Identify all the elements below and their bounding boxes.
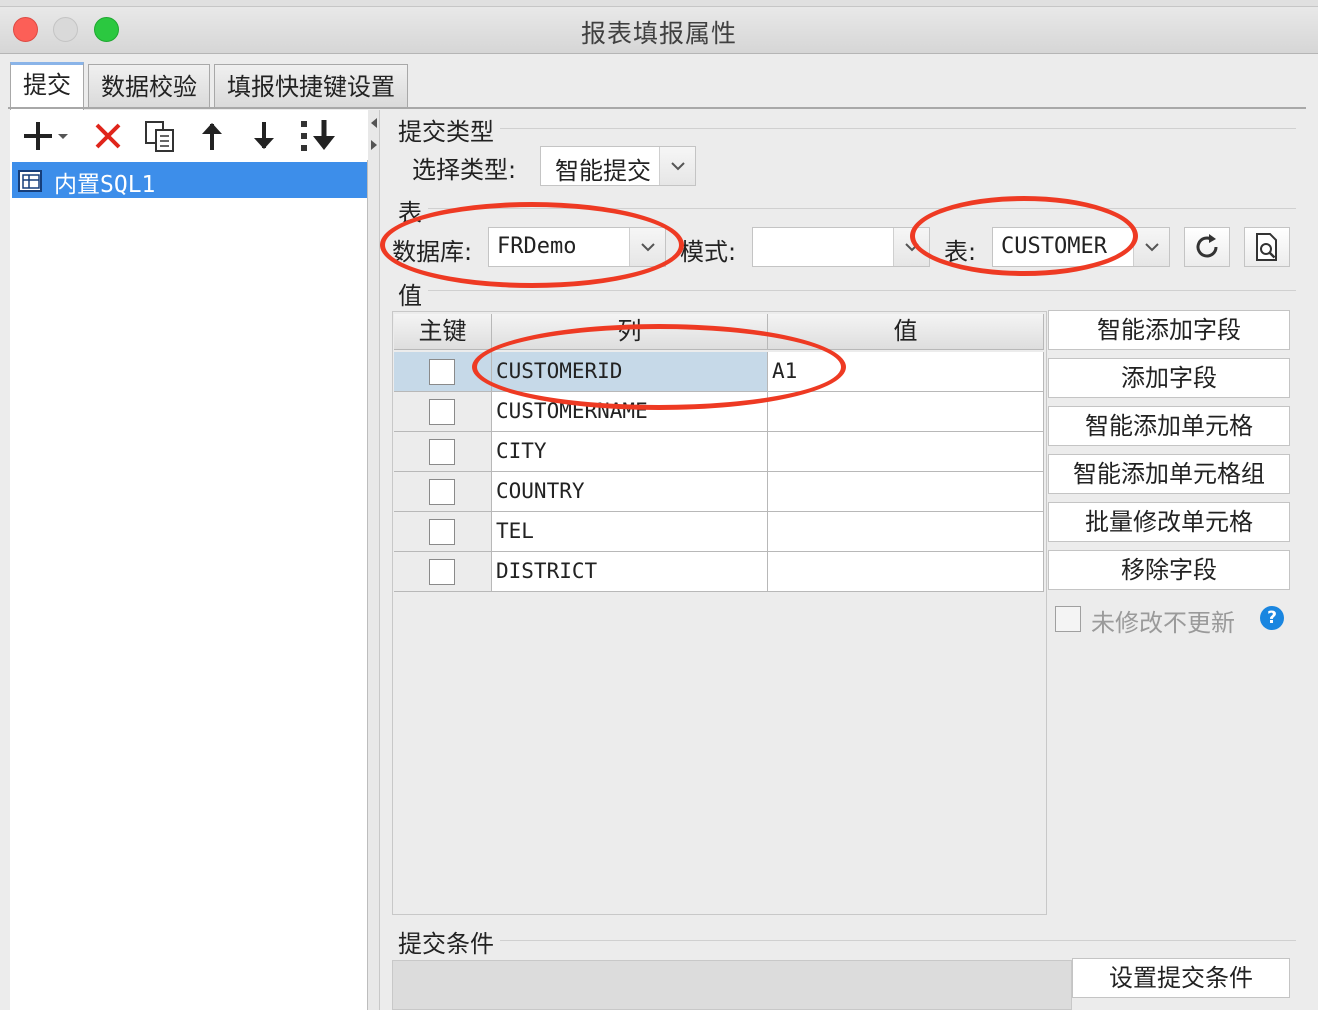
- value-cell[interactable]: [768, 552, 1044, 592]
- refresh-icon: [1196, 234, 1218, 258]
- submit-condition-area: [392, 960, 1072, 1010]
- primary-key-checkbox[interactable]: [429, 359, 455, 385]
- tree-item-sql1[interactable]: 内置SQL1: [12, 162, 367, 198]
- add-icon[interactable]: [22, 116, 72, 156]
- value-separator: [428, 290, 1296, 291]
- tab-panel-border: [8, 107, 1306, 109]
- table-row[interactable]: DISTRICT: [394, 552, 1044, 592]
- tab-shortcut-settings[interactable]: 填报快捷键设置: [214, 64, 408, 109]
- unmodified-no-update-checkbox[interactable]: [1055, 606, 1081, 632]
- primary-key-checkbox[interactable]: [429, 559, 455, 585]
- submit-type-section-title: 提交类型: [398, 118, 494, 146]
- key-cell: [394, 472, 492, 512]
- value-cell[interactable]: [768, 512, 1044, 552]
- column-cell[interactable]: COUNTRY: [492, 472, 768, 512]
- primary-key-checkbox[interactable]: [429, 399, 455, 425]
- title-bar-strip: [0, 0, 1318, 7]
- submit-condition-section-title: 提交条件: [398, 930, 494, 958]
- smart-add-cell-group-button[interactable]: 智能添加单元格组: [1048, 454, 1290, 494]
- annotation-ellipse-database: [380, 202, 684, 288]
- move-down-icon[interactable]: [244, 116, 284, 156]
- column-name: TEL: [496, 519, 534, 543]
- primary-key-checkbox[interactable]: [429, 479, 455, 505]
- window-title: 报表填报属性: [580, 19, 737, 48]
- submit-type-separator: [500, 128, 1296, 129]
- delete-icon[interactable]: [88, 116, 128, 156]
- tab-data-validation[interactable]: 数据校验: [88, 64, 210, 109]
- copy-icon[interactable]: [140, 116, 180, 156]
- value-cell[interactable]: [768, 432, 1044, 472]
- tab-submit[interactable]: 提交: [10, 62, 84, 110]
- help-icon[interactable]: ?: [1260, 606, 1284, 630]
- primary-key-checkbox[interactable]: [429, 439, 455, 465]
- schema-label: 模式:: [680, 238, 737, 266]
- refresh-button[interactable]: [1184, 227, 1230, 267]
- select-type-label: 选择类型:: [412, 156, 517, 184]
- table-row[interactable]: CITY: [394, 432, 1044, 472]
- column-cell[interactable]: TEL: [492, 512, 768, 552]
- column-cell[interactable]: DISTRICT: [492, 552, 768, 592]
- column-name: CITY: [496, 439, 547, 463]
- key-cell: [394, 432, 492, 472]
- sql-table-icon: [18, 170, 42, 192]
- chevron-down-icon: [1133, 228, 1169, 266]
- column-name: COUNTRY: [496, 479, 585, 503]
- batch-modify-cell-button[interactable]: 批量修改单元格: [1048, 502, 1290, 542]
- key-cell: [394, 392, 492, 432]
- column-name: DISTRICT: [496, 559, 598, 583]
- header-primary-key[interactable]: 主键: [394, 314, 492, 350]
- move-up-icon[interactable]: [192, 116, 232, 156]
- annotation-ellipse-field: [472, 324, 846, 410]
- submit-type-select[interactable]: 智能提交: [540, 146, 696, 186]
- panel-splitter[interactable]: [368, 110, 380, 1010]
- schema-select[interactable]: [752, 227, 930, 267]
- value-cell[interactable]: [768, 392, 1044, 432]
- primary-key-checkbox[interactable]: [429, 519, 455, 545]
- key-cell: [394, 512, 492, 552]
- remove-field-button[interactable]: 移除字段: [1048, 550, 1290, 590]
- annotation-ellipse-table: [910, 196, 1138, 276]
- value-section-title: 值: [398, 282, 422, 310]
- tree-item-label: 内置SQL1: [54, 172, 156, 198]
- table-row[interactable]: TEL: [394, 512, 1044, 552]
- collapse-arrows-icon: [371, 118, 377, 150]
- left-toolbar: [10, 110, 368, 160]
- title-bar: 报表填报属性: [0, 0, 1318, 54]
- smart-add-field-button[interactable]: 智能添加字段: [1048, 310, 1290, 350]
- smart-add-cell-button[interactable]: 智能添加单元格: [1048, 406, 1290, 446]
- move-bottom-icon[interactable]: [296, 116, 342, 156]
- submit-condition-separator: [500, 940, 1296, 941]
- chevron-down-icon: [659, 147, 695, 185]
- submit-type-value: 智能提交: [555, 157, 651, 185]
- table-row[interactable]: COUNTRY: [394, 472, 1044, 512]
- unmodified-no-update-option[interactable]: 未修改不更新: [1055, 603, 1295, 637]
- sql-list-panel: 内置SQL1: [10, 110, 368, 1010]
- set-submit-condition-button[interactable]: 设置提交条件: [1072, 958, 1290, 998]
- preview-table-button[interactable]: [1244, 227, 1290, 267]
- unmodified-no-update-label: 未修改不更新: [1091, 609, 1235, 637]
- add-field-button[interactable]: 添加字段: [1048, 358, 1290, 398]
- value-cell[interactable]: [768, 472, 1044, 512]
- preview-icon: [1256, 233, 1277, 261]
- column-cell[interactable]: CITY: [492, 432, 768, 472]
- key-cell: [394, 552, 492, 592]
